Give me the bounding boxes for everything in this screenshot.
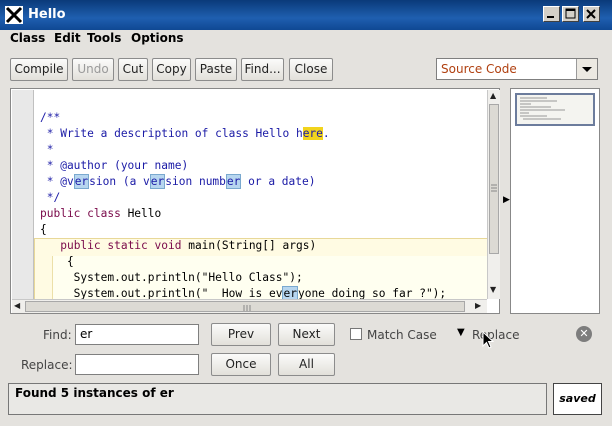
app-icon — [5, 6, 23, 24]
view-select-value: Source Code — [441, 62, 517, 76]
navigation-view[interactable] — [510, 88, 600, 314]
triangle-down-icon[interactable]: ▼ — [457, 327, 465, 338]
vertical-scrollbar[interactable]: ▲ ▼ — [487, 90, 500, 299]
grip-icon — [491, 184, 497, 192]
chevron-down-icon — [582, 67, 592, 72]
undo-button[interactable]: Undo — [72, 58, 114, 81]
minimize-icon — [547, 16, 554, 18]
source-code[interactable]: /** * Write a description of class Hello… — [40, 110, 446, 299]
close-window-button[interactable] — [583, 6, 600, 22]
replace-label: Replace: — [21, 358, 73, 372]
scroll-left-icon[interactable]: ◀ — [14, 301, 20, 310]
title-bar[interactable]: Hello — [0, 0, 612, 30]
status-message: Found 5 instances of er — [8, 383, 547, 415]
code-editor[interactable]: /** * Write a description of class Hello… — [10, 88, 500, 314]
maximize-button[interactable] — [562, 6, 579, 22]
menu-bar: Class Edit Tools Options — [0, 30, 612, 50]
vertical-scroll-thumb[interactable] — [489, 104, 499, 254]
maximize-icon — [565, 8, 576, 19]
view-select[interactable]: Source Code — [436, 58, 598, 80]
minimize-button[interactable] — [543, 6, 560, 22]
collapse-arrow-icon[interactable]: ▶ — [503, 195, 510, 205]
window-title: Hello — [28, 7, 66, 22]
copy-button[interactable]: Copy — [152, 58, 191, 81]
scroll-down-icon[interactable]: ▼ — [490, 285, 496, 294]
horizontal-scrollbar[interactable]: ◀ ▶ — [12, 299, 487, 313]
scroll-right-icon[interactable]: ▶ — [475, 301, 481, 310]
menu-options[interactable]: Options — [131, 31, 184, 45]
close-find-icon[interactable]: ✕ — [576, 326, 592, 342]
replace-once-button[interactable]: Once — [211, 353, 271, 376]
navigation-viewport[interactable] — [515, 93, 595, 126]
menu-tools[interactable]: Tools — [87, 31, 121, 45]
paste-button[interactable]: Paste — [195, 58, 237, 81]
replace-input[interactable] — [75, 354, 199, 375]
editor-window: Hello Class Edit Tools Options Compile U… — [0, 0, 612, 426]
next-button[interactable]: Next — [278, 323, 335, 346]
code-area[interactable]: /** * Write a description of class Hello… — [34, 90, 487, 299]
match-case-label[interactable]: Match Case — [367, 328, 437, 342]
compile-button[interactable]: Compile — [10, 58, 68, 81]
match-case-checkbox[interactable] — [350, 328, 362, 340]
dropdown-arrow[interactable] — [576, 59, 597, 79]
line-gutter — [12, 90, 34, 299]
find-button[interactable]: Find... — [241, 58, 284, 81]
close-icon — [586, 9, 596, 19]
find-input[interactable]: er — [75, 324, 199, 345]
find-label: Find: — [43, 328, 72, 342]
menu-class[interactable]: Class — [10, 31, 45, 45]
code-thumbnail — [520, 97, 565, 120]
mouse-cursor-icon — [482, 331, 495, 349]
menu-edit[interactable]: Edit — [54, 31, 81, 45]
scroll-up-icon[interactable]: ▲ — [490, 91, 496, 100]
grip-icon — [243, 305, 251, 311]
replace-all-button[interactable]: All — [278, 353, 335, 376]
close-button[interactable]: Close — [289, 58, 333, 81]
cut-button[interactable]: Cut — [118, 58, 148, 81]
saved-indicator: saved — [553, 383, 602, 415]
horizontal-scroll-thumb[interactable] — [25, 301, 465, 312]
prev-button[interactable]: Prev — [211, 323, 271, 346]
